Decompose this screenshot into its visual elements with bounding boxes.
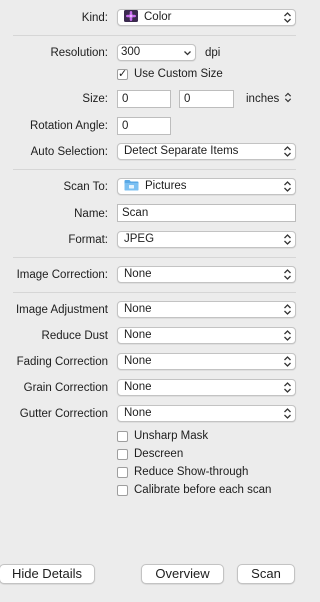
gutter-correction-label: Gutter Correction	[19, 408, 108, 420]
separator	[13, 35, 296, 36]
fading-correction-popup[interactable]: None	[117, 353, 296, 370]
scan-button[interactable]: Scan	[237, 564, 295, 584]
image-adjustment-value: None	[124, 303, 152, 315]
scan-to-popup[interactable]: Pictures	[117, 178, 296, 195]
auto-selection-value: Detect Separate Items	[124, 145, 239, 157]
kind-label: Kind:	[81, 12, 108, 24]
resolution-label: Resolution:	[50, 47, 108, 59]
descreen-checkbox[interactable]: Descreen	[117, 448, 183, 460]
folder-icon	[124, 179, 139, 194]
separator	[13, 257, 296, 258]
size-width-field[interactable]: 0	[117, 90, 171, 108]
descreen-label: Descreen	[134, 448, 184, 460]
auto-selection-label: Auto Selection:	[30, 146, 108, 158]
fading-correction-value: None	[124, 355, 152, 367]
up-down-arrows-icon	[285, 92, 292, 103]
gutter-correction-value: None	[124, 407, 152, 419]
reduce-show-through-checkbox[interactable]: Reduce Show-through	[117, 466, 248, 478]
auto-selection-popup[interactable]: Detect Separate Items	[117, 143, 296, 160]
scan-to-label: Scan To:	[63, 181, 108, 193]
checkbox-box[interactable]	[117, 466, 128, 478]
up-down-arrows-icon	[284, 330, 291, 341]
size-unit-value: inches	[246, 93, 280, 105]
scan-to-value: Pictures	[145, 180, 187, 192]
format-label: Format:	[68, 234, 108, 246]
image-adjustment-label: Image Adjustment	[15, 304, 108, 316]
checkbox-box[interactable]: ✓	[117, 67, 128, 80]
rotation-angle-label: Rotation Angle:	[29, 120, 108, 132]
format-value: JPEG	[124, 233, 155, 245]
use-custom-size-checkbox[interactable]: ✓ Use Custom Size	[117, 68, 223, 80]
image-correction-popup[interactable]: None	[117, 266, 296, 283]
up-down-arrows-icon	[284, 269, 291, 280]
up-down-arrows-icon	[284, 356, 291, 367]
up-down-arrows-icon	[284, 382, 291, 393]
resolution-unit: dpi	[205, 47, 221, 59]
format-popup[interactable]: JPEG	[117, 231, 296, 248]
image-correction-value: None	[124, 268, 152, 280]
size-unit-popup[interactable]: inches	[246, 92, 292, 106]
image-adjustment-popup[interactable]: None	[117, 301, 296, 318]
kind-value: Color	[144, 11, 172, 23]
up-down-arrows-icon	[284, 304, 291, 315]
color-photo-icon	[124, 10, 138, 25]
calibrate-before-scan-checkbox[interactable]: Calibrate before each scan	[117, 484, 271, 496]
rotation-angle-field[interactable]: 0	[117, 117, 171, 135]
grain-correction-label: Grain Correction	[23, 382, 108, 394]
checkmark-icon: ✓	[118, 67, 128, 80]
checkbox-box[interactable]	[117, 484, 128, 496]
calibrate-before-scan-label: Calibrate before each scan	[134, 484, 272, 496]
separator	[13, 169, 296, 170]
name-field[interactable]: Scan	[117, 204, 296, 222]
reduce-show-through-label: Reduce Show-through	[134, 466, 249, 478]
reduce-dust-label: Reduce Dust	[41, 330, 108, 342]
use-custom-size-label: Use Custom Size	[134, 68, 223, 80]
chevron-down-icon[interactable]	[183, 48, 192, 59]
resolution-combo[interactable]: 300	[117, 44, 196, 61]
fading-correction-label: Fading Correction	[16, 356, 108, 368]
grain-correction-popup[interactable]: None	[117, 379, 296, 396]
up-down-arrows-icon	[284, 181, 291, 192]
checkbox-box[interactable]	[117, 430, 128, 442]
image-correction-label: Image Correction:	[16, 269, 108, 281]
reduce-dust-popup[interactable]: None	[117, 327, 296, 344]
unsharp-mask-label: Unsharp Mask	[134, 430, 209, 442]
checkbox-box[interactable]	[117, 448, 128, 460]
size-height-field[interactable]: 0	[179, 90, 234, 108]
up-down-arrows-icon	[284, 12, 291, 23]
separator	[13, 292, 296, 293]
up-down-arrows-icon	[284, 408, 291, 419]
overview-button[interactable]: Overview	[141, 564, 224, 584]
hide-details-button[interactable]: Hide Details	[0, 564, 95, 584]
kind-popup[interactable]: Color	[117, 9, 296, 26]
gutter-correction-popup[interactable]: None	[117, 405, 296, 422]
up-down-arrows-icon	[284, 146, 291, 157]
grain-correction-value: None	[124, 381, 152, 393]
name-label: Name:	[74, 208, 108, 220]
size-label: Size:	[82, 93, 108, 105]
unsharp-mask-checkbox[interactable]: Unsharp Mask	[117, 430, 208, 442]
up-down-arrows-icon	[284, 234, 291, 245]
reduce-dust-value: None	[124, 329, 152, 341]
